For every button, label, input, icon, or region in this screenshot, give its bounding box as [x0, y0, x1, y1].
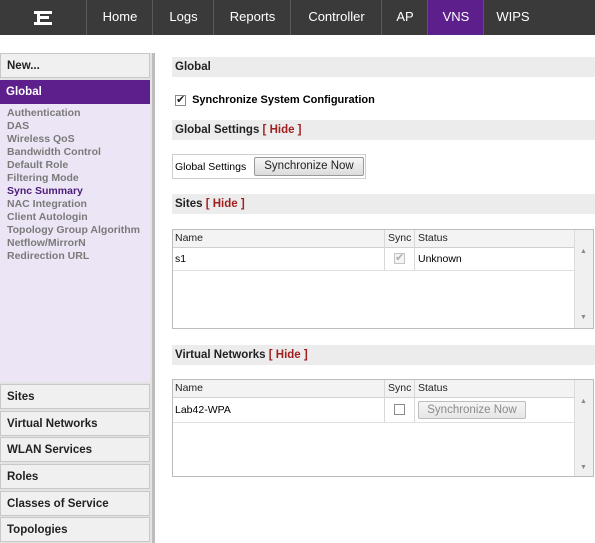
vn-synchronize-now-button[interactable]: Synchronize Now [418, 401, 526, 419]
global-settings-row-label: Global Settings [175, 161, 247, 173]
extreme-logo-icon[interactable] [0, 0, 86, 35]
tab-vns[interactable]: VNS [427, 0, 484, 35]
global-settings-header: Global Settings [ Hide ] [172, 120, 595, 140]
vn-name-cell: Lab42-WPA [175, 404, 231, 416]
sites-col-name[interactable]: Name [175, 232, 203, 244]
sidebar-new-button[interactable]: New... [0, 53, 150, 78]
global-title: Global [175, 61, 211, 73]
tab-home[interactable]: Home [86, 0, 153, 35]
site-sync-checkbox [394, 251, 405, 264]
sites-col-status[interactable]: Status [418, 232, 448, 244]
sidebar-scrollbar[interactable] [152, 53, 155, 543]
virtual-networks-hide-link[interactable]: [ Hide ] [269, 349, 308, 361]
sidebar-item-virtual-networks[interactable]: Virtual Networks [0, 411, 150, 436]
sync-system-label: Synchronize System Configuration [192, 94, 375, 107]
sites-table-scrollbar[interactable]: ▲ ▼ [574, 230, 593, 328]
sidebar-item-roles[interactable]: Roles [0, 464, 150, 489]
tab-wips[interactable]: WIPS [483, 0, 542, 35]
sites-header: Sites [ Hide ] [172, 194, 595, 214]
sidebar-link-redirection-url[interactable]: Redirection URL [7, 250, 89, 263]
scroll-up-icon[interactable]: ▲ [580, 248, 587, 255]
vn-table-header: Name Sync Status [173, 380, 576, 398]
sidebar-link-sync-summary[interactable]: Sync Summary [7, 185, 83, 198]
sidebar-link-wireless-qos[interactable]: Wireless QoS [7, 133, 75, 146]
sidebar-link-default-role[interactable]: Default Role [7, 159, 68, 172]
sidebar-link-netflow-mirrorn[interactable]: Netflow/MirrorN [7, 237, 86, 250]
sidebar-item-sites[interactable]: Sites [0, 384, 150, 409]
sites-col-sync[interactable]: Sync [388, 232, 411, 244]
sites-table-header: Name Sync Status [173, 230, 576, 248]
sites-table: Name Sync Status s1 Unknown ▲ ▼ [172, 229, 594, 329]
site-name-cell: s1 [175, 253, 187, 265]
table-row[interactable]: Lab42-WPA Synchronize Now [173, 398, 576, 423]
sidebar-item-classes-of-service[interactable]: Classes of Service [0, 491, 150, 516]
global-settings-box: Global Settings Synchronize Now [172, 154, 366, 179]
scroll-down-icon[interactable]: ▼ [580, 464, 587, 471]
virtual-networks-header: Virtual Networks [ Hide ] [172, 345, 595, 365]
global-settings-title: Global Settings [175, 124, 260, 136]
vn-col-status[interactable]: Status [418, 382, 448, 394]
global-settings-hide-link[interactable]: [ Hide ] [263, 124, 302, 136]
tab-logs[interactable]: Logs [152, 0, 214, 35]
scroll-down-icon[interactable]: ▼ [580, 314, 587, 321]
sync-system-row: Synchronize System Configuration [175, 93, 375, 107]
virtual-networks-table: Name Sync Status Lab42-WPA Synchronize N… [172, 379, 594, 477]
sidebar-link-nac-integration[interactable]: NAC Integration [7, 198, 87, 211]
vn-col-name[interactable]: Name [175, 382, 203, 394]
tab-ap[interactable]: AP [381, 0, 428, 35]
global-section-header: Global [172, 57, 595, 77]
scroll-up-icon[interactable]: ▲ [580, 398, 587, 405]
sidebar-link-client-autologin[interactable]: Client Autologin [7, 211, 88, 224]
tab-controller[interactable]: Controller [290, 0, 382, 35]
sync-system-checkbox[interactable] [175, 93, 186, 106]
sites-hide-link[interactable]: [ Hide ] [206, 198, 245, 210]
sidebar-link-authentication[interactable]: Authentication [7, 107, 81, 120]
vn-col-sync[interactable]: Sync [388, 382, 411, 394]
sidebar-item-global[interactable]: Global [0, 80, 150, 104]
sidebar-item-topologies[interactable]: Topologies [0, 517, 150, 542]
top-nav-bar: Home Logs Reports Controller AP VNS WIPS [0, 0, 595, 35]
tab-reports[interactable]: Reports [213, 0, 291, 35]
sidebar-link-bandwidth-control[interactable]: Bandwidth Control [7, 146, 101, 159]
table-row[interactable]: s1 Unknown [173, 248, 576, 271]
site-status-cell: Unknown [418, 253, 462, 265]
virtual-networks-title: Virtual Networks [175, 349, 266, 361]
vn-sync-checkbox[interactable] [394, 404, 405, 415]
sidebar-link-das[interactable]: DAS [7, 120, 29, 133]
sidebar-link-topology-group-algorithm[interactable]: Topology Group Algorithm [7, 224, 140, 237]
sites-title: Sites [175, 198, 203, 210]
global-synchronize-now-button[interactable]: Synchronize Now [254, 157, 364, 176]
sidebar-item-wlan-services[interactable]: WLAN Services [0, 437, 150, 462]
vn-table-scrollbar[interactable]: ▲ ▼ [574, 380, 593, 476]
sidebar-link-filtering-mode[interactable]: Filtering Mode [7, 172, 79, 185]
